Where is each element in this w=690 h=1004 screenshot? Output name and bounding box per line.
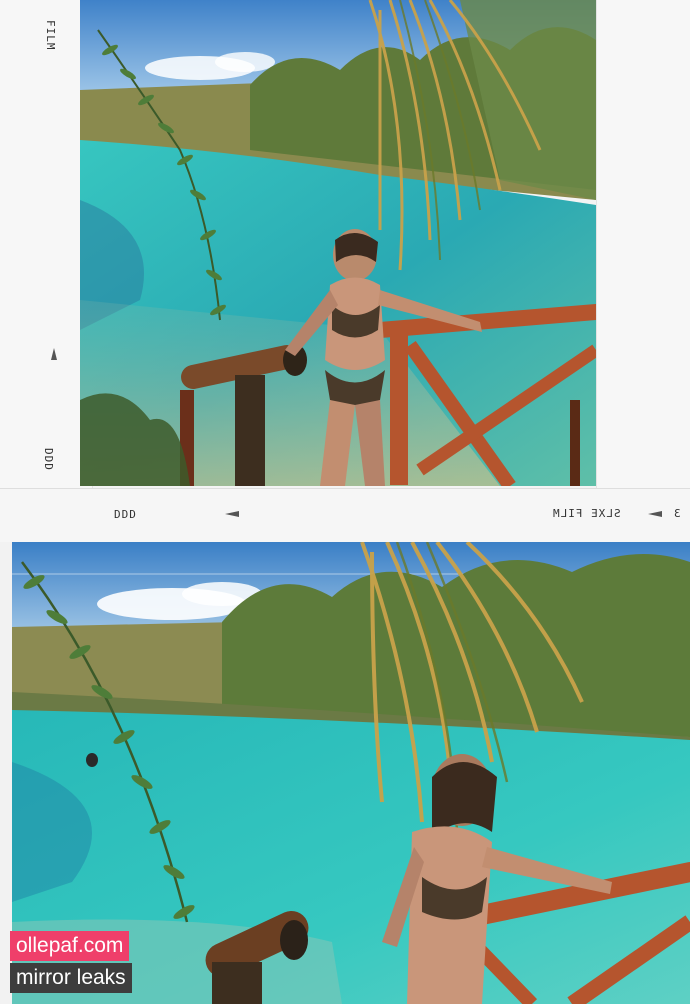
film-edge-strip: DDD SLXE FILM 3 bbox=[0, 488, 690, 543]
film-arrow-icon bbox=[648, 511, 662, 517]
upper-photo-scene bbox=[80, 0, 596, 486]
upper-photo bbox=[80, 0, 596, 486]
upper-frame-right-border bbox=[596, 0, 690, 492]
film-arrow-icon bbox=[51, 348, 57, 360]
watermark-site-label: ollepaf.com bbox=[10, 931, 130, 961]
strip-frame-code: DDD bbox=[114, 508, 137, 521]
strip-film-brand: SLXE FILM bbox=[552, 507, 621, 520]
strip-frame-number: 3 bbox=[673, 507, 681, 520]
upper-film-code: DDD bbox=[42, 448, 55, 471]
upper-polaroid-frame: FILM DDD bbox=[0, 0, 690, 492]
upper-film-brand: FILM bbox=[44, 20, 57, 51]
film-arrow-icon bbox=[225, 511, 239, 517]
watermark-tagline-label: mirror leaks bbox=[10, 963, 132, 993]
photo-collage: FILM DDD DDD SLXE FILM 3 ollepaf.com mir… bbox=[0, 0, 690, 1004]
